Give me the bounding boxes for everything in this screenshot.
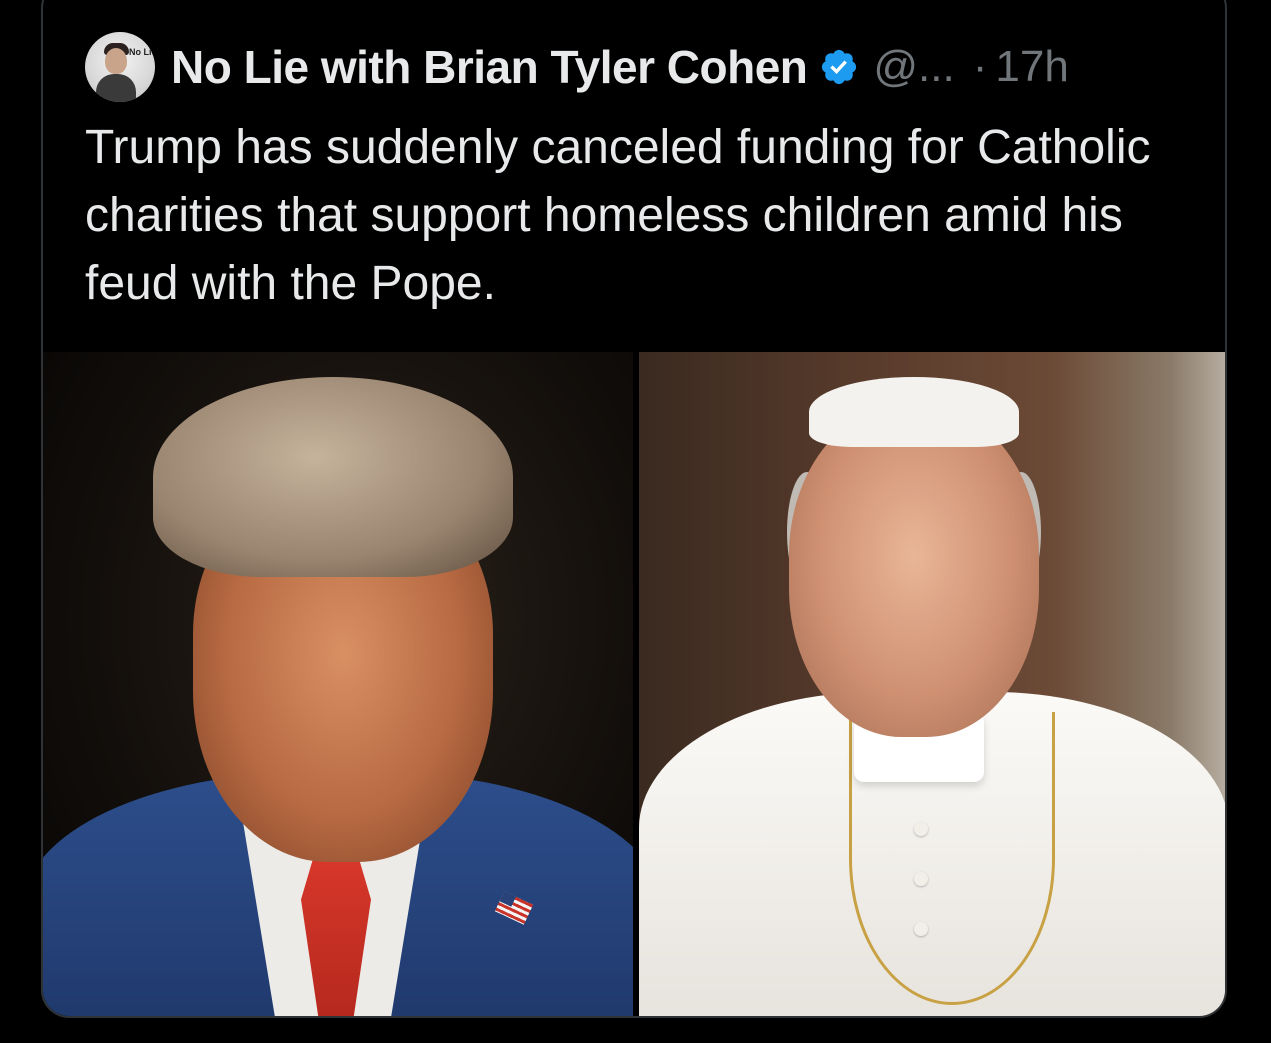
photo-right-zucchetto xyxy=(809,377,1019,447)
media-photo-left[interactable] xyxy=(43,352,633,1016)
tweet-card[interactable]: No Lie No Lie with Brian Tyler Cohen @..… xyxy=(41,0,1227,1018)
photo-left-hair xyxy=(153,377,513,577)
avatar-logo: No Lie xyxy=(129,47,155,57)
tweet-text: Trump has suddenly canceled funding for … xyxy=(85,121,1151,310)
robe-button xyxy=(914,872,928,886)
media-photo-right[interactable] xyxy=(639,352,1225,1016)
tweet-header: No Lie No Lie with Brian Tyler Cohen @..… xyxy=(85,32,1069,102)
author-avatar[interactable]: No Lie xyxy=(85,32,155,102)
photo-right-face xyxy=(789,407,1039,737)
post-timestamp[interactable]: 17h xyxy=(995,42,1068,92)
author-name[interactable]: No Lie with Brian Tyler Cohen xyxy=(171,40,808,94)
tweet-media[interactable] xyxy=(43,352,1225,1016)
robe-button xyxy=(914,822,928,836)
avatar-head xyxy=(105,48,127,74)
robe-button xyxy=(914,922,928,936)
verified-badge-icon xyxy=(822,49,857,85)
separator-dot: · xyxy=(972,42,988,91)
avatar-body xyxy=(96,74,136,102)
author-handle[interactable]: @... xyxy=(873,42,954,92)
